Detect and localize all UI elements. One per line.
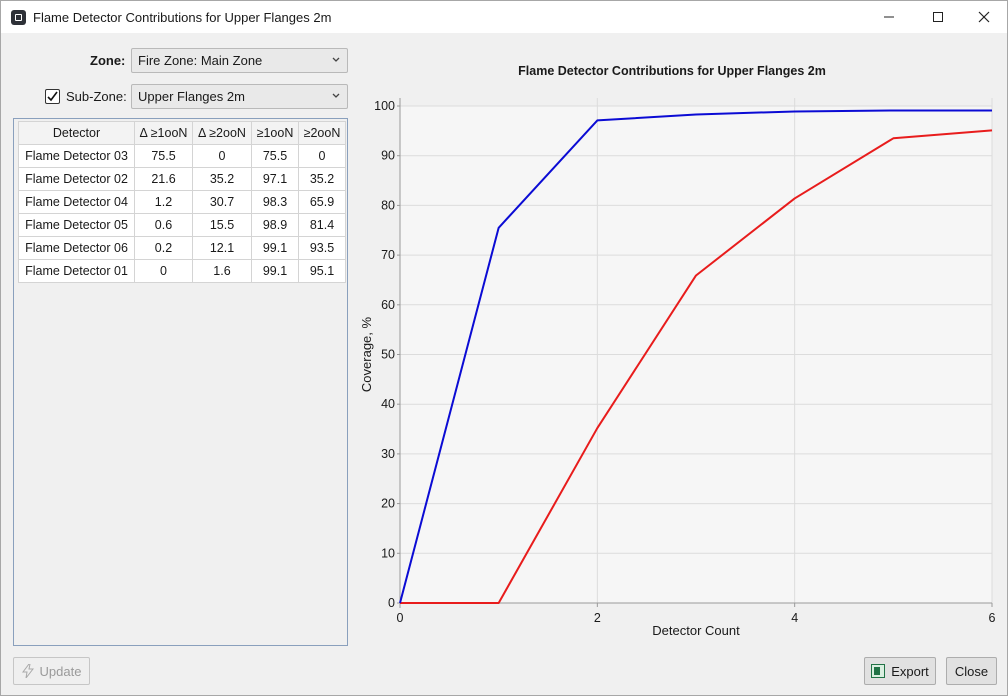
y-tick-label: 10 — [381, 546, 395, 560]
dialog-window: Flame Detector Contributions for Upper F… — [0, 0, 1008, 696]
x-tick-label: 4 — [791, 611, 798, 625]
y-tick-label: 40 — [381, 397, 395, 411]
y-tick-label: 60 — [381, 298, 395, 312]
y-tick-label: 90 — [381, 149, 395, 163]
y-tick-label: 80 — [381, 198, 395, 212]
export-button[interactable]: Export — [864, 657, 936, 685]
x-tick-label: 0 — [397, 611, 404, 625]
y-axis-label: Coverage, % — [359, 316, 374, 392]
close-button-label: Close — [954, 663, 989, 679]
coverage-chart: 0 10 20 30 40 50 60 70 80 90 100 0 2 4 6 Detector Count… — [359, 98, 996, 638]
y-tick-label: 100 — [374, 99, 395, 113]
y-tick-label: 30 — [381, 447, 395, 461]
y-tick-label: 20 — [381, 497, 395, 511]
update-button[interactable]: Update — [13, 657, 90, 685]
update-button-label: Update — [39, 663, 82, 679]
excel-icon — [871, 664, 886, 678]
y-tick-label: 70 — [381, 248, 395, 262]
y-tick-label: 50 — [381, 348, 395, 362]
x-axis-label: Detector Count — [652, 623, 740, 638]
lightning-icon — [21, 664, 34, 678]
export-button-label: Export — [891, 663, 929, 679]
close-button[interactable]: Close — [946, 657, 997, 685]
y-tick-label: 0 — [388, 596, 395, 610]
x-tick-label: 6 — [989, 611, 996, 625]
x-tick-label: 2 — [594, 611, 601, 625]
